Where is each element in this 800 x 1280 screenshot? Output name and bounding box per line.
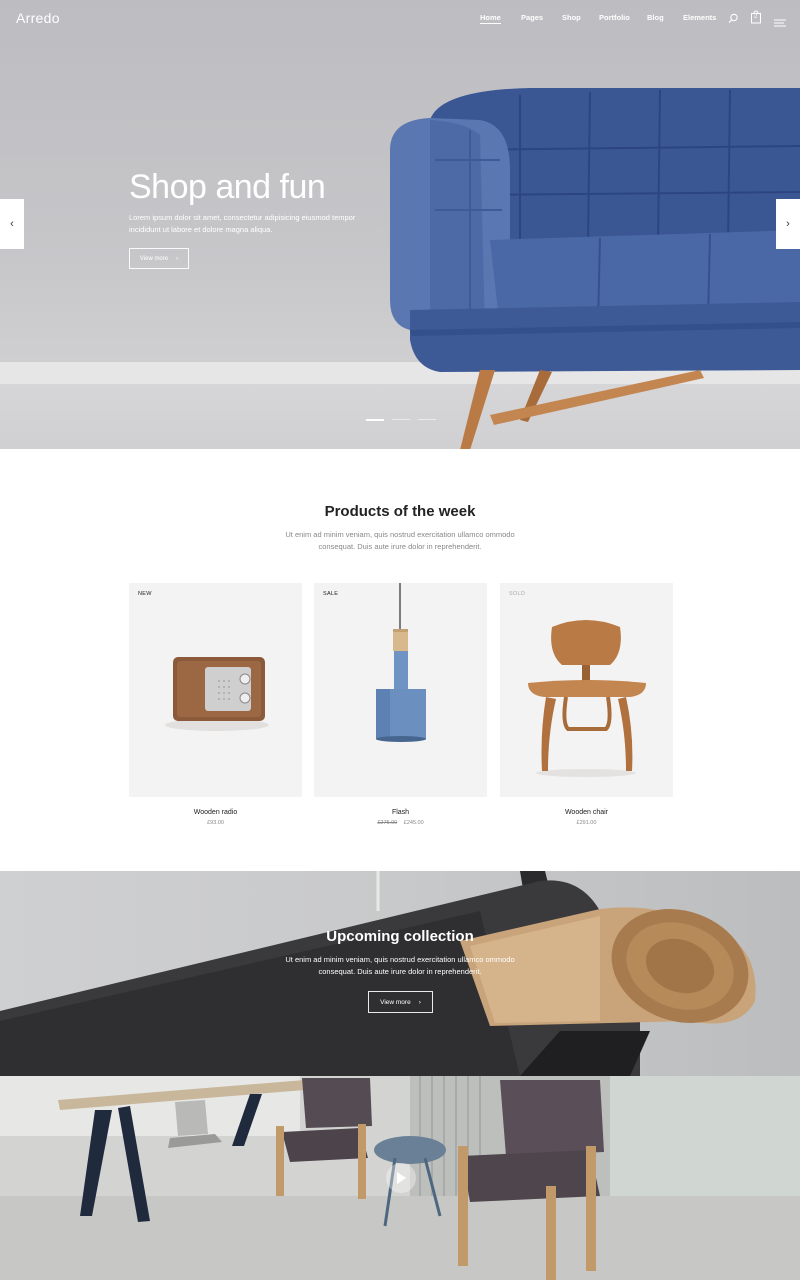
slide-dot-1[interactable] xyxy=(366,419,384,421)
product-card-wooden-chair[interactable]: SOLD xyxy=(500,583,673,797)
upcoming-description: Ut enim ad minim veniam, quis nostrud ex… xyxy=(285,955,515,976)
play-icon xyxy=(397,1172,406,1184)
hero-description: Lorem ipsum dolor sit amet, consectetur … xyxy=(129,213,356,234)
upcoming-button-label: View more xyxy=(380,998,411,1006)
nav-home[interactable]: Home xyxy=(480,13,501,24)
hero-title: Shop and fun xyxy=(129,168,326,206)
search-icon[interactable] xyxy=(728,11,739,29)
product-name[interactable]: Flash xyxy=(314,809,487,816)
nav-pages[interactable]: Pages xyxy=(521,13,543,22)
product-badge: SOLD xyxy=(509,591,526,597)
chevron-left-icon: ‹ xyxy=(10,218,14,230)
pendant-lamp-image xyxy=(376,583,426,742)
upcoming-view-more-button[interactable]: View more › xyxy=(368,991,433,1013)
slider-pagination xyxy=(366,419,436,421)
product-price: £291.00 xyxy=(500,820,673,826)
nav-shop[interactable]: Shop xyxy=(562,13,581,22)
wooden-chair-image xyxy=(528,620,646,777)
slider-next-button[interactable]: › xyxy=(776,199,800,249)
product-current-price: £93.00 xyxy=(207,820,224,826)
chevron-right-icon: › xyxy=(176,255,179,262)
hero-view-more-button[interactable]: View more › xyxy=(129,248,189,269)
site-logo[interactable]: Arredo xyxy=(16,10,60,26)
product-current-price: £245.00 xyxy=(403,820,424,826)
hero-sofa-image xyxy=(390,88,800,449)
product-price: £275.00 £245.00 xyxy=(314,820,487,826)
cart-icon[interactable]: 2 xyxy=(750,10,762,29)
slide-dot-2[interactable] xyxy=(392,419,410,420)
hero-button-label: View more xyxy=(139,255,169,262)
upcoming-title: Upcoming collection xyxy=(326,928,474,945)
chevron-right-icon: › xyxy=(418,998,421,1006)
products-subtitle: Ut enim ad minim veniam, quis nostrud ex… xyxy=(285,530,515,551)
slide-dot-3[interactable] xyxy=(418,419,436,420)
product-current-price: £291.00 xyxy=(576,820,597,826)
product-name[interactable]: Wooden radio xyxy=(129,809,302,816)
product-price: £93.00 xyxy=(129,820,302,826)
top-navigation: Arredo Home Pages Shop Portfolio Blog El… xyxy=(0,0,800,36)
video-play-button[interactable] xyxy=(386,1163,416,1193)
nav-elements[interactable]: Elements xyxy=(683,13,716,22)
nav-portfolio[interactable]: Portfolio xyxy=(599,13,630,22)
slider-prev-button[interactable]: ‹ xyxy=(0,199,24,249)
product-name[interactable]: Wooden chair xyxy=(500,809,673,816)
menu-icon[interactable] xyxy=(774,14,786,32)
wooden-radio-image xyxy=(165,657,269,731)
products-title: Products of the week xyxy=(324,503,476,520)
chevron-right-icon: › xyxy=(786,218,790,230)
cart-count: 2 xyxy=(754,14,758,20)
nav-blog[interactable]: Blog xyxy=(647,13,664,22)
product-badge: NEW xyxy=(138,591,152,597)
hero-slider: Arredo Home Pages Shop Portfolio Blog El… xyxy=(0,0,800,449)
product-card-wooden-radio[interactable]: NEW xyxy=(129,583,302,797)
product-card-flash[interactable]: SALE xyxy=(314,583,487,797)
product-old-price: £275.00 xyxy=(377,820,398,826)
product-badge: SALE xyxy=(323,591,339,597)
upcoming-collection-banner: Upcoming collection Ut enim ad minim ven… xyxy=(0,871,800,1076)
